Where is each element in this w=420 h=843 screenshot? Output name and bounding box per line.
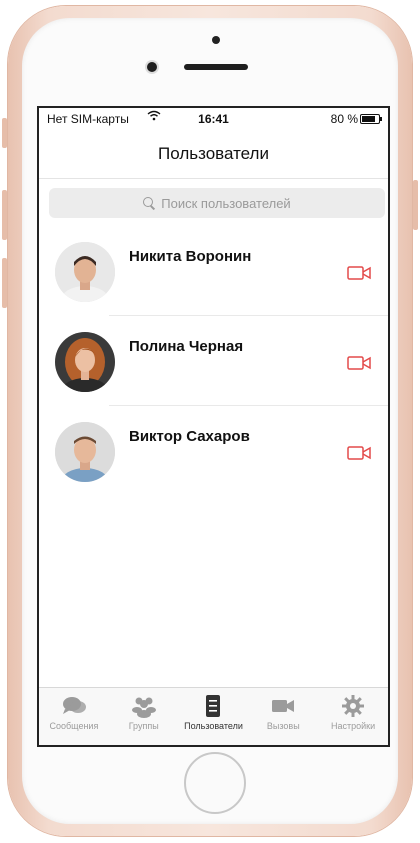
avatar [55,332,115,392]
tab-bar: Сообщения Группы Пользователи Вызовы Нас… [39,687,388,745]
volume-down-button [2,258,7,308]
avatar [55,242,115,302]
contacts-list-icon [206,695,221,717]
list-item[interactable]: Виктор Сахаров [39,406,388,496]
earpiece-speaker [184,64,248,70]
search-input[interactable]: Поиск пользователей [49,188,385,218]
power-button [413,180,418,230]
front-sensor [212,36,220,44]
video-call-icon[interactable] [346,444,374,462]
user-name: Полина Черная [129,338,244,355]
avatar [55,422,115,482]
video-call-icon[interactable] [346,264,374,282]
user-name: Виктор Сахаров [129,428,250,445]
list-item[interactable]: Полина Черная [39,316,388,406]
tab-calls[interactable]: Вызовы [248,688,318,745]
tab-label: Пользователи [184,721,243,731]
page-title: Пользователи [158,144,269,163]
search-placeholder: Поиск пользователей [161,195,291,211]
tab-users[interactable]: Пользователи [179,688,249,745]
video-call-icon[interactable] [346,354,374,372]
tab-label: Сообщения [49,721,99,731]
search-icon [143,197,155,209]
tab-label: Группы [128,721,159,731]
front-camera [147,62,157,72]
user-list: Никита Воронин Полина Черная Виктор Саха… [39,226,388,496]
mute-switch [2,118,7,148]
tab-label: Настройки [331,721,376,731]
chat-bubbles-icon [62,697,86,714]
volume-up-button [2,190,7,240]
tab-settings[interactable]: Настройки [318,688,388,745]
tab-groups[interactable]: Группы [109,688,179,745]
battery-percent: 80 % [330,112,358,126]
tab-label: Вызовы [266,721,300,731]
video-camera-icon [272,700,295,712]
tab-messages[interactable]: Сообщения [39,688,109,745]
home-button[interactable] [184,752,246,814]
battery-icon [360,114,382,124]
nav-divider [39,178,388,179]
list-item[interactable]: Никита Воронин [39,226,388,316]
user-name: Никита Воронин [129,248,252,265]
screen: Нет SIM-карты 16:41 80 % Пользователи По… [37,106,390,747]
status-bar: Нет SIM-карты 16:41 80 % [39,108,388,130]
people-icon [131,697,156,718]
gear-icon [342,695,365,717]
